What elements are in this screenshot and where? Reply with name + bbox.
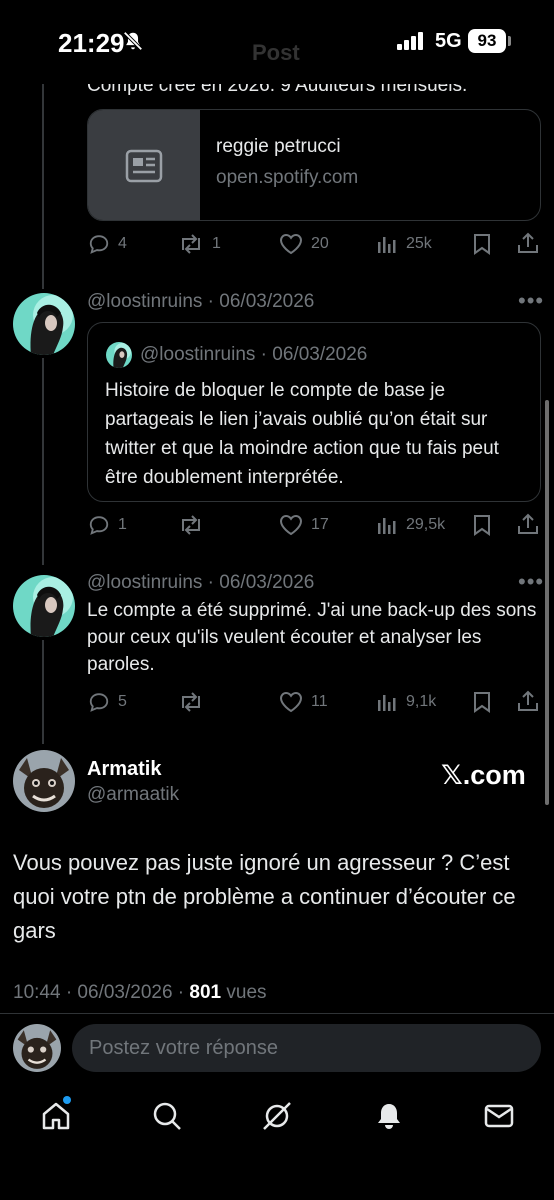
views-count: 9,1k <box>406 693 437 710</box>
post-text: Vous pouvez pas juste ignoré un agresseu… <box>13 850 516 943</box>
signal-icon <box>397 32 425 50</box>
author-name[interactable]: Armatik <box>87 758 161 781</box>
repost-icon <box>182 692 200 712</box>
views-total[interactable]: 801 <box>189 982 221 1003</box>
views-count: 25k <box>406 235 432 252</box>
heart-icon <box>279 233 303 255</box>
link-card[interactable]: reggie petrucci open.spotify.com <box>87 109 541 221</box>
thread-line <box>42 84 44 289</box>
reply-count: 5 <box>118 693 127 710</box>
quoted-text: Histoire de bloquer le compte de base je… <box>105 380 499 488</box>
reply-input[interactable]: Postez votre réponse <box>72 1024 541 1072</box>
thread-line <box>42 640 44 744</box>
repost-button[interactable] <box>178 514 204 536</box>
reply-button[interactable]: 5 <box>88 691 127 713</box>
like-count: 11 <box>311 693 328 710</box>
share-icon[interactable] <box>517 513 539 535</box>
analytics-icon <box>378 695 396 711</box>
scrollbar[interactable] <box>545 400 549 805</box>
repost-count: 1 <box>212 235 221 252</box>
views-button[interactable]: 9,1k <box>376 691 436 713</box>
source-badge: 𝕏.com <box>441 760 526 790</box>
reply-icon <box>89 516 109 535</box>
avatar[interactable] <box>13 293 75 355</box>
tweet-meta[interactable]: @loostinruins · 06/03/2026 <box>87 572 314 594</box>
heart-icon <box>279 514 303 536</box>
header-title-ghost: Post <box>252 40 300 65</box>
repost-icon <box>182 234 200 254</box>
reply-icon <box>89 235 109 254</box>
notifications-icon[interactable] <box>371 1098 407 1134</box>
avatar[interactable] <box>13 575 75 637</box>
battery-tip <box>508 36 511 46</box>
reply-count: 1 <box>118 516 127 533</box>
card-title: reggie petrucci <box>216 136 341 157</box>
status-bar: Post 21:29 5G 93 <box>0 0 554 84</box>
heart-icon <box>279 691 303 713</box>
views-count: 29,5k <box>406 516 446 533</box>
tweet-text: Le compte a été supprimé. J'ai une back-… <box>87 600 537 675</box>
like-button[interactable]: 17 <box>279 514 329 536</box>
card-domain: open.spotify.com <box>216 167 359 188</box>
like-count: 17 <box>311 516 329 533</box>
article-icon <box>88 110 200 220</box>
battery-icon: 93 <box>468 29 506 53</box>
like-button[interactable]: 11 <box>279 691 328 713</box>
status-time: 21:29 <box>58 28 125 58</box>
analytics-icon <box>378 518 396 534</box>
bookmark-icon[interactable] <box>472 691 492 713</box>
more-options-icon[interactable]: ••• <box>518 288 544 314</box>
reply-button[interactable]: 4 <box>88 233 127 255</box>
thread-line <box>42 358 44 565</box>
views-label: vues <box>221 982 267 1003</box>
messages-icon[interactable] <box>481 1098 517 1134</box>
timestamp-text: 10:44 · 06/03/2026 · <box>13 982 190 1003</box>
share-icon[interactable] <box>517 690 539 712</box>
like-count: 20 <box>311 235 329 252</box>
quoted-avatar <box>106 342 132 368</box>
notification-dot <box>63 1096 71 1104</box>
search-icon[interactable] <box>149 1098 185 1134</box>
post-timestamp: 10:44 · 06/03/2026 · 801 vues <box>13 982 267 1004</box>
bookmark-icon[interactable] <box>472 514 492 536</box>
silent-mode-icon <box>122 30 144 52</box>
quoted-meta: @loostinruins · 06/03/2026 <box>140 344 368 365</box>
grok-icon[interactable] <box>259 1098 295 1134</box>
repost-icon <box>182 515 200 535</box>
like-button[interactable]: 20 <box>279 233 329 255</box>
repost-button[interactable]: 1 <box>178 233 221 255</box>
reply-icon <box>89 693 109 712</box>
share-icon[interactable] <box>517 232 539 254</box>
views-button[interactable]: 29,5k <box>376 514 445 536</box>
reply-count: 4 <box>118 235 127 252</box>
my-avatar[interactable] <box>13 1024 61 1072</box>
network-type: 5G <box>435 30 462 52</box>
author-avatar[interactable] <box>13 750 75 812</box>
tweet-meta[interactable]: @loostinruins · 06/03/2026 <box>87 291 314 313</box>
divider <box>0 1013 554 1014</box>
reply-button[interactable]: 1 <box>88 514 127 536</box>
analytics-icon <box>378 237 396 253</box>
repost-button[interactable] <box>178 691 204 713</box>
quoted-tweet[interactable]: @loostinruins · 06/03/2026 Histoire de b… <box>87 322 541 502</box>
bookmark-icon[interactable] <box>472 233 492 255</box>
views-button[interactable]: 25k <box>376 233 432 255</box>
author-handle[interactable]: @armaatik <box>87 784 179 806</box>
more-options-icon[interactable]: ••• <box>518 569 544 595</box>
